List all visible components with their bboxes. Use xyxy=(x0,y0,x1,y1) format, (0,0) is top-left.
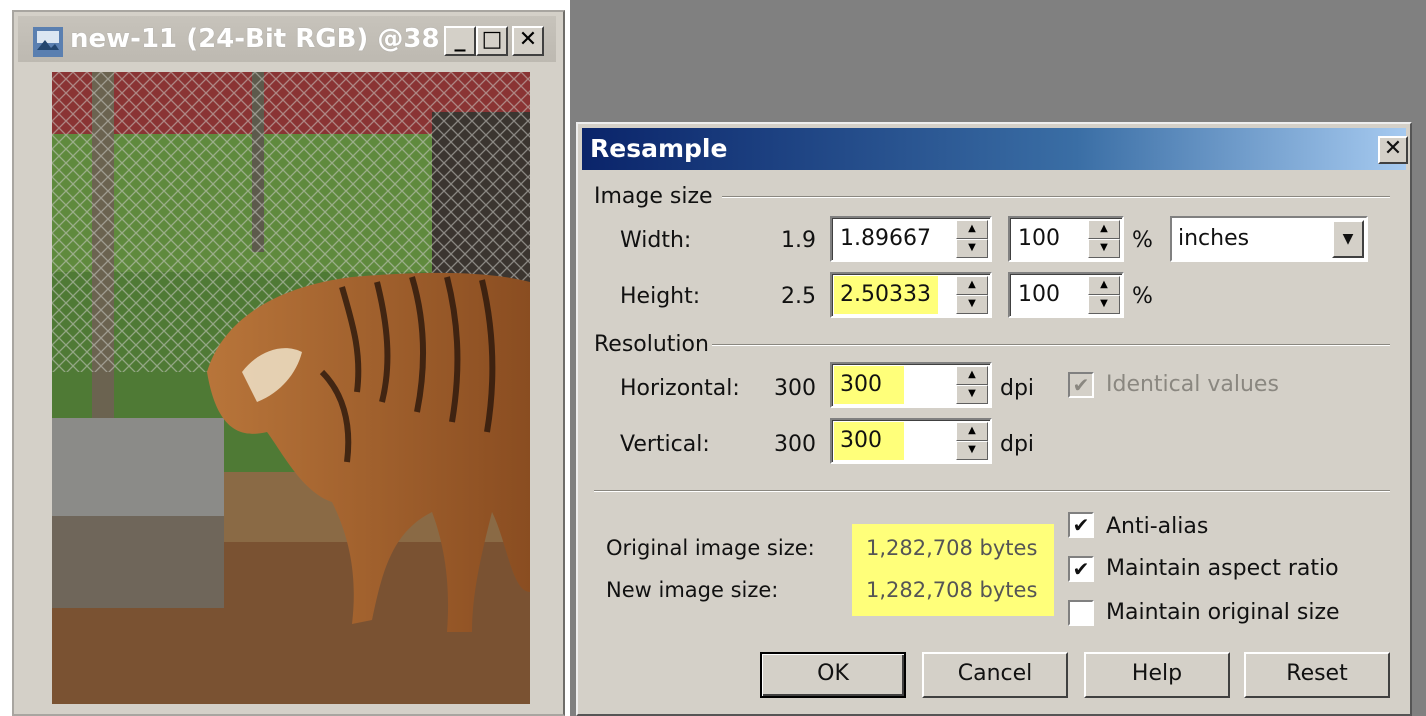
spin-up-icon[interactable]: ▲ xyxy=(1088,220,1120,239)
height-label: Height: xyxy=(620,284,701,309)
spin-down-icon[interactable]: ▼ xyxy=(956,385,988,404)
anti-alias-checkbox[interactable]: ✔ xyxy=(1068,512,1094,538)
identical-values-label: Identical values xyxy=(1106,372,1279,397)
vertical-current-value: 300 xyxy=(774,432,816,457)
width-current-value: 1.9 xyxy=(781,228,816,253)
height-input[interactable]: 2.50333 ▲ ▼ xyxy=(830,272,992,318)
maximize-button[interactable]: □ xyxy=(476,26,508,56)
image-window: new-11 (24-Bit RGB) @38% ... _ □ ✕ xyxy=(12,10,565,716)
units-dropdown[interactable]: inches ▼ xyxy=(1170,216,1368,262)
close-window-button[interactable]: ✕ xyxy=(512,26,544,56)
vertical-resolution-input[interactable]: 300 ▲ ▼ xyxy=(830,418,992,464)
image-document-icon xyxy=(33,27,63,57)
horizontal-unit: dpi xyxy=(1000,376,1035,401)
width-input-value: 1.89667 xyxy=(840,226,931,251)
horizontal-current-value: 300 xyxy=(774,376,816,401)
original-size-label: Original image size: xyxy=(606,536,815,560)
spin-up-icon[interactable]: ▲ xyxy=(956,422,988,441)
ok-button[interactable]: OK xyxy=(760,652,906,698)
height-current-value: 2.5 xyxy=(781,284,816,309)
spin-up-icon[interactable]: ▲ xyxy=(956,220,988,239)
anti-alias-label: Anti-alias xyxy=(1106,514,1209,539)
height-percent-input[interactable]: 100 ▲ ▼ xyxy=(1008,272,1124,318)
width-percent-value: 100 xyxy=(1018,226,1060,251)
dialog-close-button[interactable]: ✕ xyxy=(1378,136,1408,164)
resolution-group-label: Resolution xyxy=(594,332,709,357)
resolution-divider xyxy=(712,344,1390,346)
spin-down-icon[interactable]: ▼ xyxy=(1088,239,1120,258)
width-spinner[interactable]: ▲ ▼ xyxy=(956,220,988,258)
tiger-photo xyxy=(52,72,530,704)
maintain-original-label: Maintain original size xyxy=(1106,600,1340,625)
original-size-value: 1,282,708 bytes xyxy=(866,536,1038,560)
vertical-spinner[interactable]: ▲ ▼ xyxy=(956,422,988,460)
spin-up-icon[interactable]: ▲ xyxy=(956,366,988,385)
resample-dialog xyxy=(576,122,1412,716)
width-percent-spinner[interactable]: ▲ ▼ xyxy=(1088,220,1120,258)
cancel-button[interactable]: Cancel xyxy=(922,652,1068,698)
maintain-original-checkbox[interactable] xyxy=(1068,600,1094,626)
height-percent-value: 100 xyxy=(1018,282,1060,307)
spin-down-icon[interactable]: ▼ xyxy=(1088,295,1120,314)
horizontal-resolution-input[interactable]: 300 ▲ ▼ xyxy=(830,362,992,408)
image-window-title: new-11 (24-Bit RGB) @38% ... xyxy=(70,24,438,54)
vertical-label: Vertical: xyxy=(620,432,710,457)
maintain-aspect-label: Maintain aspect ratio xyxy=(1106,556,1339,581)
height-percent-spinner[interactable]: ▲ ▼ xyxy=(1088,276,1120,314)
dialog-title: Resample xyxy=(590,134,728,163)
maintain-aspect-checkbox[interactable]: ✔ xyxy=(1068,556,1094,582)
image-window-titlebar[interactable]: new-11 (24-Bit RGB) @38% ... _ □ ✕ xyxy=(18,16,556,62)
width-percent-sign: % xyxy=(1132,228,1153,253)
spin-down-icon[interactable]: ▼ xyxy=(956,441,988,460)
spin-down-icon[interactable]: ▼ xyxy=(956,295,988,314)
reset-button[interactable]: Reset xyxy=(1244,652,1390,698)
spin-down-icon[interactable]: ▼ xyxy=(956,239,988,258)
height-spinner[interactable]: ▲ ▼ xyxy=(956,276,988,314)
help-button[interactable]: Help xyxy=(1084,652,1230,698)
image-size-group-label: Image size xyxy=(594,184,713,209)
vertical-unit: dpi xyxy=(1000,432,1035,457)
chevron-down-icon[interactable]: ▼ xyxy=(1332,220,1364,258)
height-input-value: 2.50333 xyxy=(840,282,931,307)
width-percent-input[interactable]: 100 ▲ ▼ xyxy=(1008,216,1124,262)
horizontal-input-value: 300 xyxy=(840,372,882,397)
new-size-label: New image size: xyxy=(606,578,779,602)
width-input[interactable]: 1.89667 ▲ ▼ xyxy=(830,216,992,262)
width-label: Width: xyxy=(620,228,692,253)
spin-up-icon[interactable]: ▲ xyxy=(1088,276,1120,295)
image-size-divider xyxy=(722,196,1390,198)
info-divider xyxy=(594,490,1390,492)
spin-up-icon[interactable]: ▲ xyxy=(956,276,988,295)
dialog-titlebar[interactable]: Resample ✕ xyxy=(582,128,1408,170)
minimize-button[interactable]: _ xyxy=(444,26,476,56)
height-percent-sign: % xyxy=(1132,284,1153,309)
horizontal-label: Horizontal: xyxy=(620,376,740,401)
vertical-input-value: 300 xyxy=(840,428,882,453)
identical-values-checkbox[interactable]: ✔ xyxy=(1068,372,1094,398)
units-value: inches xyxy=(1178,226,1250,251)
new-size-value: 1,282,708 bytes xyxy=(866,578,1038,602)
horizontal-spinner[interactable]: ▲ ▼ xyxy=(956,366,988,404)
